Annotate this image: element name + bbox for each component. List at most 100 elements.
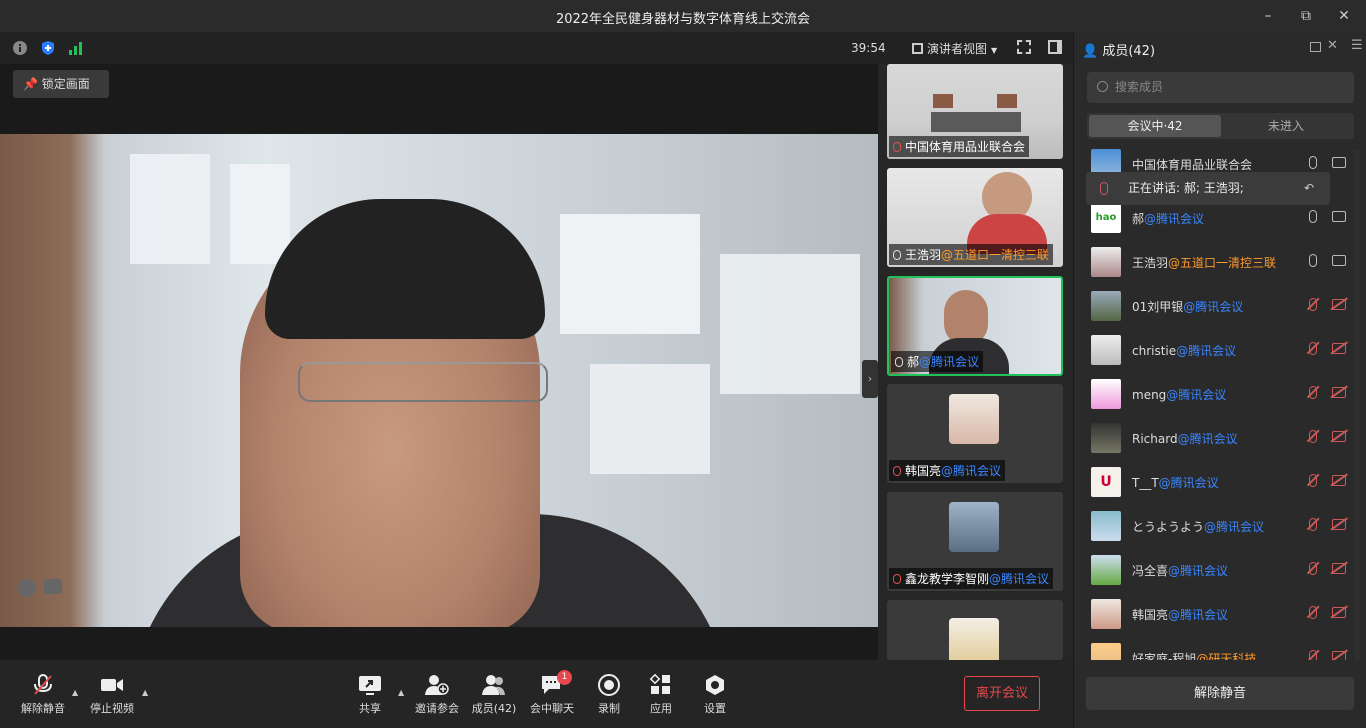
camera-off-icon[interactable] bbox=[1332, 651, 1346, 660]
restore-icon[interactable]: ⧉ bbox=[1296, 6, 1316, 26]
share-button[interactable]: 共享 bbox=[342, 674, 398, 716]
mic-muted-icon[interactable] bbox=[1309, 562, 1317, 575]
apps-icon bbox=[649, 674, 670, 694]
mic-muted-icon[interactable] bbox=[1309, 518, 1317, 531]
members-button[interactable]: 成员(42) bbox=[466, 674, 522, 716]
speaking-indicator: 正在讲话: 郝; 王浩羽; ↶ bbox=[1086, 172, 1330, 205]
member-row[interactable]: 王浩羽@五道口一清控三联 bbox=[1091, 246, 1353, 278]
close-icon[interactable]: ✕ bbox=[1334, 6, 1354, 26]
signal-icon[interactable] bbox=[68, 40, 84, 56]
unmute-button[interactable]: 解除静音 bbox=[15, 674, 71, 716]
collapse-gallery-handle[interactable]: › bbox=[862, 360, 878, 398]
mic-muted-icon bbox=[893, 574, 901, 584]
share-options-caret[interactable]: ▲ bbox=[398, 688, 404, 697]
meeting-participants bbox=[931, 112, 1021, 132]
mic-muted-icon[interactable] bbox=[1309, 606, 1317, 619]
reaction-icon[interactable] bbox=[18, 579, 36, 597]
add-user-icon bbox=[425, 675, 449, 695]
pin-icon: 📌 bbox=[23, 77, 38, 91]
video-thumb[interactable]: 中国体育用品业联合会 bbox=[887, 64, 1063, 159]
member-row[interactable]: hao 郝@腾讯会议 bbox=[1091, 202, 1353, 234]
video-thumb-active[interactable]: 郝@腾讯会议 bbox=[887, 276, 1063, 376]
video-thumb[interactable]: 韩国亮@腾讯会议 bbox=[887, 384, 1063, 483]
chat-button[interactable]: 1 会中聊天 bbox=[524, 670, 580, 716]
mic-muted-icon[interactable] bbox=[1309, 298, 1317, 311]
invite-button[interactable]: 邀请参会 bbox=[409, 674, 465, 716]
member-row[interactable]: 韩国亮@腾讯会议 bbox=[1091, 598, 1353, 630]
member-row[interactable]: 好家庭-程旭@研天科技 bbox=[1091, 642, 1353, 660]
bottom-toolbar: 解除静音 ▲ 停止视频 ▲ 共享 ▲ 邀请参会 成员(42) 1 会中聊天 录制… bbox=[0, 660, 1073, 728]
mic-muted-icon[interactable] bbox=[1309, 386, 1317, 399]
apps-button[interactable]: 应用 bbox=[633, 674, 689, 716]
wall-picture bbox=[933, 94, 953, 108]
avatar bbox=[949, 618, 999, 660]
member-row[interactable]: U T__T@腾讯会议 bbox=[1091, 466, 1353, 498]
camera-icon[interactable] bbox=[1332, 211, 1346, 222]
minimize-icon[interactable]: – bbox=[1258, 6, 1278, 26]
layout-toggle-icon[interactable] bbox=[1048, 40, 1062, 54]
menu-icon[interactable]: ☰ bbox=[1351, 38, 1363, 53]
avatar bbox=[1091, 335, 1121, 365]
avatar bbox=[1091, 379, 1121, 409]
member-search-input[interactable]: 搜索成员 bbox=[1087, 72, 1354, 103]
chat-unread-badge: 1 bbox=[557, 670, 572, 685]
fullscreen-icon[interactable] bbox=[1017, 40, 1031, 54]
speaker-video bbox=[0, 134, 878, 627]
settings-button[interactable]: 设置 bbox=[687, 674, 743, 716]
unmute-all-button[interactable]: 解除静音 bbox=[1086, 677, 1354, 710]
panel-scrollbar[interactable] bbox=[1354, 150, 1360, 660]
info-icon[interactable] bbox=[12, 40, 28, 56]
member-row[interactable]: Richard@腾讯会议 bbox=[1091, 422, 1353, 454]
camera-off-icon[interactable] bbox=[1332, 475, 1346, 486]
audio-options-caret[interactable]: ▲ bbox=[72, 688, 78, 697]
search-icon bbox=[1097, 81, 1108, 92]
video-thumb[interactable]: 王浩羽@五道口一清控三联 bbox=[887, 168, 1063, 267]
thumb-name: 鑫龙教学李智刚 bbox=[905, 572, 990, 586]
mic-muted-icon[interactable] bbox=[1309, 342, 1317, 355]
window-pane bbox=[590, 364, 710, 474]
wall-picture bbox=[997, 94, 1017, 108]
video-thumb[interactable] bbox=[887, 600, 1063, 660]
camera-off-icon[interactable] bbox=[1332, 563, 1346, 574]
leave-meeting-button[interactable]: 离开会议 bbox=[964, 676, 1040, 711]
mic-muted-icon bbox=[34, 674, 52, 695]
tab-not-joined[interactable]: 未进入 bbox=[1220, 115, 1352, 137]
member-row[interactable]: christie@腾讯会议 bbox=[1091, 334, 1353, 366]
mic-icon[interactable] bbox=[1309, 254, 1317, 267]
thumb-name: 郝 bbox=[907, 355, 920, 369]
member-row[interactable]: meng@腾讯会议 bbox=[1091, 378, 1353, 410]
speaker-view-dropdown[interactable]: 演讲者视图 ▼ bbox=[912, 40, 997, 57]
camera-icon[interactable] bbox=[1332, 255, 1346, 266]
mic-muted-icon[interactable] bbox=[1309, 430, 1317, 443]
popout-icon[interactable] bbox=[1310, 42, 1321, 52]
member-name: 韩国亮@腾讯会议 bbox=[1132, 608, 1229, 622]
member-name: T__T@腾讯会议 bbox=[1132, 476, 1219, 490]
search-placeholder: 搜索成员 bbox=[1115, 80, 1164, 94]
panel-close-icon[interactable]: ✕ bbox=[1327, 38, 1338, 53]
member-row[interactable]: とうようよう@腾讯会议 bbox=[1091, 510, 1353, 542]
tab-in-meeting[interactable]: 会议中·42 bbox=[1089, 115, 1221, 137]
stop-video-button[interactable]: 停止视频 bbox=[84, 674, 140, 716]
member-row[interactable]: 01刘甲银@腾讯会议 bbox=[1091, 290, 1353, 322]
camera-off-icon[interactable] bbox=[1332, 387, 1346, 398]
mic-muted-icon[interactable] bbox=[1309, 474, 1317, 487]
record-button[interactable]: 录制 bbox=[581, 674, 637, 716]
video-options-caret[interactable]: ▲ bbox=[142, 688, 148, 697]
avatar bbox=[1091, 599, 1121, 629]
member-row[interactable]: 冯全喜@腾讯会议 bbox=[1091, 554, 1353, 586]
mic-icon[interactable] bbox=[1309, 156, 1317, 169]
camera-off-icon[interactable] bbox=[1332, 519, 1346, 530]
video-thumb[interactable]: 鑫龙教学李智刚@腾讯会议 bbox=[887, 492, 1063, 591]
lock-view-button[interactable]: 📌 锁定画面 bbox=[13, 70, 109, 98]
chat-bubble-icon[interactable] bbox=[44, 579, 62, 594]
title-bar: 2022年全民健身器材与数字体育线上交流会 – ⧉ ✕ bbox=[0, 0, 1366, 32]
camera-icon[interactable] bbox=[1332, 157, 1346, 168]
collapse-arrow-icon[interactable]: ↶ bbox=[1304, 172, 1314, 205]
camera-off-icon[interactable] bbox=[1332, 299, 1346, 310]
camera-off-icon[interactable] bbox=[1332, 431, 1346, 442]
security-shield-icon[interactable] bbox=[40, 40, 56, 56]
camera-off-icon[interactable] bbox=[1332, 607, 1346, 618]
mic-muted-icon[interactable] bbox=[1309, 650, 1317, 660]
camera-off-icon[interactable] bbox=[1332, 343, 1346, 354]
mic-icon[interactable] bbox=[1309, 210, 1317, 223]
